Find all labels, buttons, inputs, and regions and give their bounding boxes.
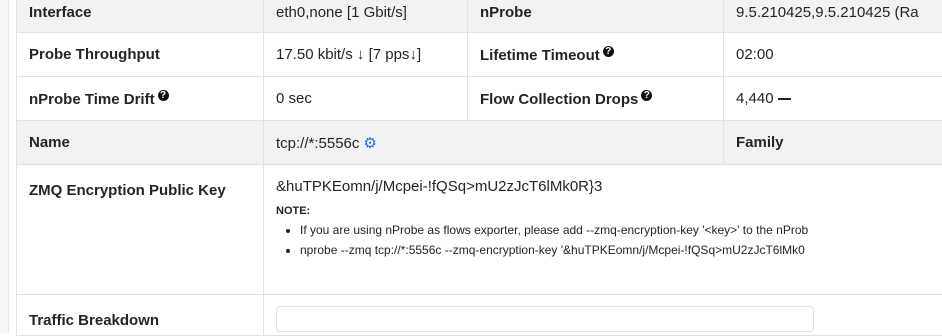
dash-icon — [778, 98, 791, 100]
drops-count: 4,440 — [736, 90, 774, 107]
traffic-breakdown-chart — [276, 306, 814, 332]
gear-icon[interactable]: ⚙ — [363, 135, 376, 152]
nprobe-version: 9.5.210425,9.5.210425 (Ra — [724, 0, 942, 33]
probe-throughput-value: 17.50 kbit/s ↓ [7 pps↓] — [264, 33, 468, 77]
throughput-pps: [7 pps — [369, 46, 410, 63]
flow-collection-drops-value: 4,440 — [724, 77, 942, 121]
endpoint-text: tcp://*:5556c — [276, 135, 359, 152]
note-title: NOTE: — [276, 205, 942, 217]
table-row: Name tcp://*:5556c⚙ Family — [17, 121, 942, 165]
zmq-key-cell: &huTPKEomn/j/Mcpei-!fQSq>mU2zJcT6lMk0R}3… — [264, 165, 942, 295]
time-drift-text: nProbe Time Drift — [29, 91, 155, 108]
name-value: tcp://*:5556c⚙ — [264, 121, 724, 165]
help-circle-icon[interactable]: ? — [603, 46, 614, 57]
zmq-key-label: ZMQ Encryption Public Key — [17, 165, 264, 295]
help-circle-icon[interactable]: ? — [641, 90, 652, 101]
traffic-breakdown-cell — [264, 295, 942, 336]
traffic-breakdown-label: Traffic Breakdown — [17, 295, 264, 336]
nprobe-label: nProbe — [468, 0, 724, 33]
help-circle-icon[interactable]: ? — [158, 90, 169, 101]
zmq-public-key: &huTPKEomn/j/Mcpei-!fQSq>mU2zJcT6lMk0R}3 — [276, 178, 942, 195]
family-label: Family — [724, 121, 942, 165]
lifetime-timeout-label: Lifetime Timeout? — [468, 33, 724, 77]
flow-collection-drops-label: Flow Collection Drops? — [468, 77, 724, 121]
table-row: Interface eth0,none [1 Gbit/s] nProbe 9.… — [17, 0, 942, 33]
table-row: Probe Throughput 17.50 kbit/s ↓ [7 pps↓]… — [17, 33, 942, 77]
throughput-bits: 17.50 kbit/s — [276, 46, 353, 63]
probe-throughput-label: Probe Throughput — [17, 33, 264, 77]
table-row: Traffic Breakdown — [17, 295, 942, 336]
name-label: Name — [17, 121, 264, 165]
time-drift-label: nProbe Time Drift? — [17, 77, 264, 121]
lifetime-timeout-text: Lifetime Timeout — [480, 47, 600, 64]
table-row: nProbe Time Drift? 0 sec Flow Collection… — [17, 77, 942, 121]
time-drift-value: 0 sec — [264, 77, 468, 121]
arrow-down-icon: ↓ — [409, 46, 417, 63]
interface-label: Interface — [17, 0, 264, 33]
interface-value: eth0,none [1 Gbit/s] — [264, 0, 468, 33]
traffic-breakdown-text: Traffic Breakdown — [29, 312, 251, 329]
list-item: If you are using nProbe as flows exporte… — [300, 223, 942, 237]
flow-collection-drops-text: Flow Collection Drops — [480, 91, 638, 108]
table-row: ZMQ Encryption Public Key &huTPKEomn/j/M… — [17, 165, 942, 295]
list-item: nprobe --zmq tcp://*:5556c --zmq-encrypt… — [300, 243, 942, 257]
note-list: If you are using nProbe as flows exporte… — [276, 223, 942, 257]
left-edge-panel — [0, 0, 9, 333]
interface-details-table: Interface eth0,none [1 Gbit/s] nProbe 9.… — [16, 0, 942, 336]
arrow-down-icon: ↓ — [357, 46, 365, 63]
lifetime-timeout-value: 02:00 — [724, 33, 942, 77]
